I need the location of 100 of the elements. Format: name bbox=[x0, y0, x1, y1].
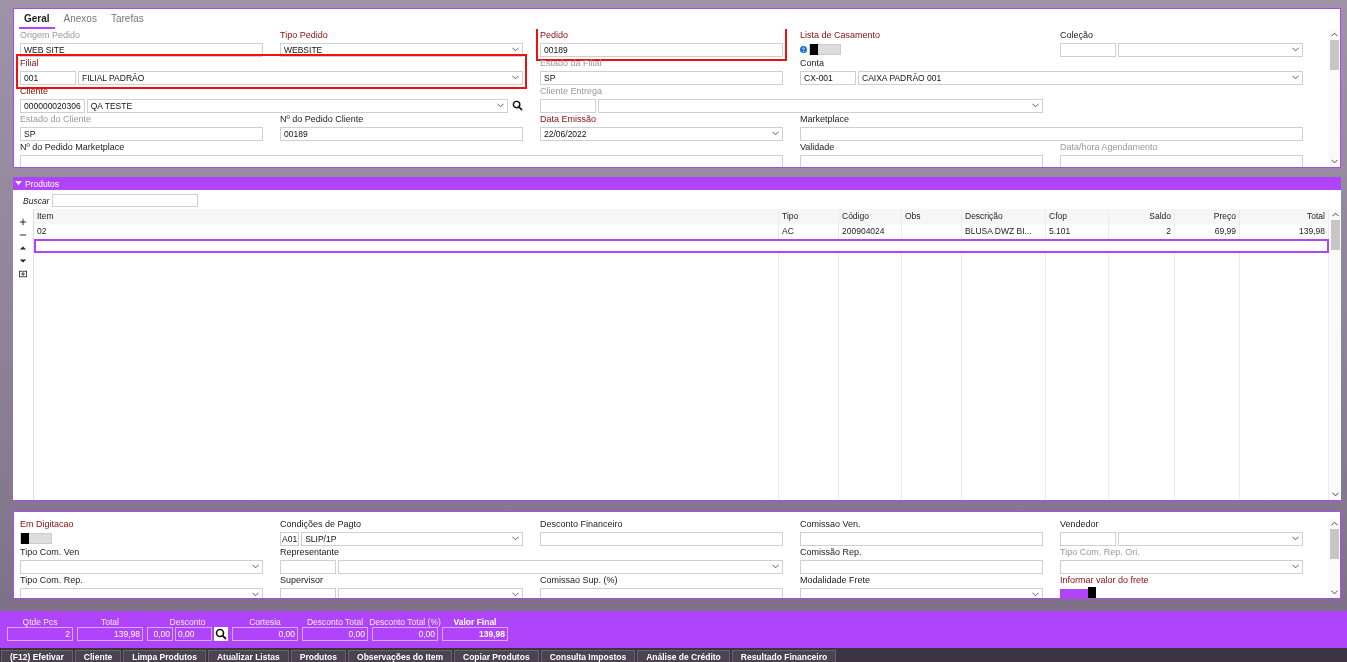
code-field[interactable] bbox=[540, 98, 596, 113]
scroll-thumb[interactable] bbox=[1330, 220, 1340, 250]
insert-row-icon[interactable] bbox=[19, 270, 27, 278]
field-label: Estado do Cliente bbox=[20, 114, 93, 125]
search-label: Buscar bbox=[23, 195, 50, 206]
code-field[interactable] bbox=[1060, 531, 1116, 546]
action-button[interactable]: (F12) Efetivar bbox=[1, 650, 73, 662]
field-label: Em Digitacao bbox=[20, 519, 75, 530]
field-label: Pedido bbox=[540, 30, 570, 41]
input-field[interactable] bbox=[1060, 154, 1303, 167]
table-cell: AC bbox=[782, 226, 794, 236]
scroll-down-icon[interactable] bbox=[1330, 590, 1338, 595]
dropdown[interactable]: QA TESTE bbox=[86, 98, 508, 113]
code-field[interactable] bbox=[280, 559, 336, 574]
action-button[interactable]: Consulta Impostos bbox=[540, 650, 636, 662]
column-header[interactable]: Saldo bbox=[1109, 209, 1175, 224]
dropdown[interactable] bbox=[1118, 42, 1303, 57]
input-field[interactable] bbox=[800, 126, 1303, 141]
scrollbar[interactable] bbox=[1328, 518, 1340, 598]
input-field[interactable] bbox=[540, 587, 783, 598]
dropdown[interactable] bbox=[338, 559, 783, 574]
search-icon[interactable] bbox=[214, 627, 228, 641]
action-button[interactable]: Resultado Financeiro bbox=[731, 650, 837, 662]
move-down-icon[interactable] bbox=[19, 257, 27, 265]
code-field[interactable] bbox=[1060, 42, 1116, 57]
column-header[interactable]: Tipo bbox=[779, 209, 839, 224]
new-row[interactable] bbox=[34, 239, 1329, 253]
dropdown[interactable] bbox=[1060, 559, 1303, 574]
scroll-thumb[interactable] bbox=[1329, 40, 1339, 70]
scrollbar[interactable] bbox=[1329, 209, 1341, 500]
field-label: Tipo Com. Rep. Ori. bbox=[1060, 547, 1141, 558]
scroll-up-icon[interactable] bbox=[1331, 212, 1339, 217]
chevron-icon bbox=[1032, 592, 1039, 597]
code-field[interactable]: A01 bbox=[280, 531, 300, 546]
add-icon[interactable] bbox=[19, 218, 27, 226]
input-field[interactable] bbox=[800, 154, 1043, 167]
action-button[interactable]: Atualizar Listas bbox=[207, 650, 289, 662]
dropdown[interactable]: CAIXA PADRÃO 001 bbox=[858, 70, 1303, 85]
action-button[interactable]: Produtos bbox=[290, 650, 347, 662]
column-header[interactable]: Descrição bbox=[962, 209, 1046, 224]
field-label: Conta bbox=[800, 58, 826, 69]
scroll-up-icon[interactable] bbox=[1330, 521, 1338, 526]
total-field: 0,00 bbox=[232, 627, 298, 641]
input-field[interactable] bbox=[20, 154, 783, 167]
remove-icon[interactable] bbox=[19, 231, 27, 239]
field-label: Informar valor do frete bbox=[1060, 575, 1150, 586]
toggle-switch[interactable] bbox=[809, 44, 841, 55]
scroll-thumb[interactable] bbox=[1329, 529, 1339, 559]
total-field: 2 bbox=[7, 627, 73, 641]
dropdown[interactable] bbox=[338, 587, 523, 598]
scrollbar[interactable] bbox=[1328, 29, 1340, 167]
column-header[interactable]: Preço bbox=[1175, 209, 1240, 224]
dropdown[interactable] bbox=[20, 559, 263, 574]
action-button[interactable]: Análise de Crédito bbox=[637, 650, 730, 662]
column-header[interactable]: Item bbox=[34, 209, 779, 224]
dropdown[interactable]: FILIAL PADRÃO bbox=[78, 70, 523, 85]
input-field[interactable] bbox=[800, 559, 1043, 574]
chevron-icon bbox=[772, 131, 779, 136]
column-header[interactable]: Código bbox=[839, 209, 902, 224]
code-field[interactable]: 001 bbox=[20, 70, 76, 85]
dropdown[interactable]: 22/06/2022 bbox=[540, 126, 783, 141]
scroll-down-icon[interactable] bbox=[1330, 159, 1338, 164]
chevron-icon bbox=[512, 47, 519, 52]
section-header[interactable]: Produtos bbox=[13, 177, 1341, 190]
dropdown[interactable] bbox=[800, 587, 1043, 598]
total-field[interactable]: 0,00 bbox=[147, 627, 173, 641]
input-field[interactable]: 00189 bbox=[540, 42, 783, 57]
code-field[interactable]: 000000020306 bbox=[20, 98, 85, 113]
code-field[interactable]: CX-001 bbox=[800, 70, 856, 85]
column-header[interactable]: Obs bbox=[902, 209, 962, 224]
action-button[interactable]: Limpa Produtos bbox=[123, 650, 206, 662]
chevron-icon bbox=[1292, 75, 1299, 80]
action-button[interactable]: Observações do Item bbox=[348, 650, 453, 662]
code-field[interactable] bbox=[280, 587, 336, 598]
dropdown[interactable]: SLIP/1P bbox=[301, 531, 523, 546]
tab[interactable]: Anexos bbox=[58, 12, 102, 29]
search-field[interactable] bbox=[52, 194, 199, 207]
field-label: Data Emissão bbox=[540, 114, 598, 125]
scroll-down-icon[interactable] bbox=[1331, 492, 1339, 497]
total-label: Desconto Total bbox=[306, 617, 364, 627]
total-field[interactable]: 0,00 bbox=[175, 627, 212, 641]
column-header[interactable]: Cfop bbox=[1046, 209, 1109, 224]
toggle-switch[interactable] bbox=[20, 533, 52, 544]
tab[interactable]: Geral bbox=[19, 12, 55, 29]
action-button[interactable]: Cliente bbox=[74, 650, 122, 662]
dropdown[interactable] bbox=[20, 587, 263, 598]
scroll-up-icon[interactable] bbox=[1330, 32, 1338, 37]
input-field[interactable]: 00189 bbox=[280, 126, 523, 141]
input-field[interactable] bbox=[540, 531, 783, 546]
field-label: Representante bbox=[280, 547, 341, 558]
dropdown[interactable] bbox=[1118, 531, 1303, 546]
move-up-icon[interactable] bbox=[19, 244, 27, 252]
action-button[interactable]: Copiar Produtos bbox=[454, 650, 539, 662]
input-field[interactable] bbox=[800, 531, 1043, 546]
field-label: Origem Pedido bbox=[20, 30, 82, 41]
chevron-icon bbox=[1032, 103, 1039, 108]
help-icon[interactable] bbox=[800, 46, 807, 53]
field-label: Lista de Casamento bbox=[800, 30, 882, 41]
search-icon[interactable] bbox=[512, 100, 523, 111]
tab[interactable]: Tarefas bbox=[105, 12, 149, 29]
